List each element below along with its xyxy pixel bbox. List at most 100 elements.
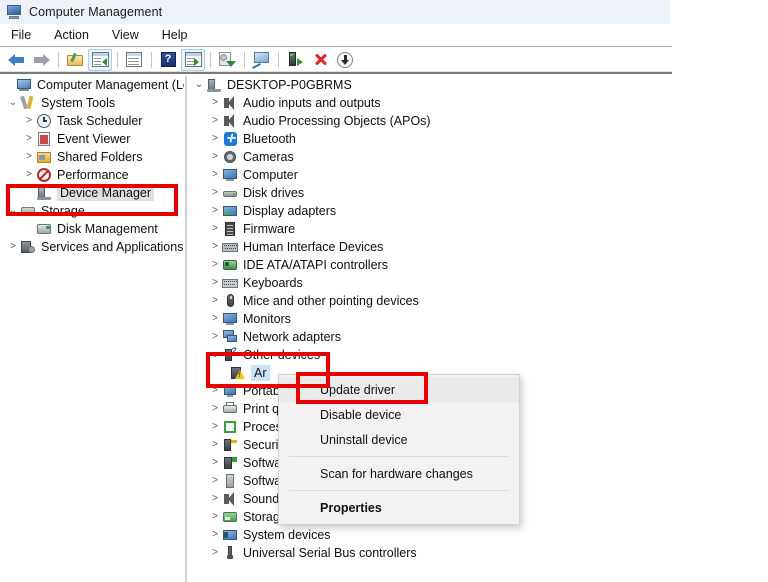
chevron-right-icon[interactable]: > (208, 188, 222, 198)
computer-management-icon (16, 77, 32, 93)
sidebar-item-computer-management[interactable]: > Computer Management (Local (0, 76, 184, 94)
tree-item-audio-inputs-outputs[interactable]: > Audio inputs and outputs (190, 94, 768, 112)
speaker-icon (222, 491, 238, 507)
sidebar-item-shared-folders[interactable]: > Shared Folders (0, 148, 184, 166)
sidebar-item-task-scheduler[interactable]: > Task Scheduler (0, 112, 184, 130)
chevron-right-icon[interactable]: > (208, 224, 222, 234)
chevron-right-icon[interactable]: > (208, 476, 222, 486)
chevron-right-icon[interactable]: > (208, 278, 222, 288)
chevron-right-icon[interactable]: > (6, 242, 20, 252)
chevron-right-icon[interactable]: > (208, 134, 222, 144)
chevron-right-icon[interactable]: > (208, 242, 222, 252)
context-menu-separator-2 (289, 490, 509, 491)
chevron-down-icon[interactable]: ⌄ (208, 350, 222, 360)
tree-item-network-adapters[interactable]: > Network adapters (190, 328, 768, 346)
chevron-right-icon[interactable]: > (22, 134, 36, 144)
toolbar: ? (0, 47, 672, 72)
tree-item-label: Audio inputs and outputs (243, 96, 381, 110)
show-hide-console-tree-icon[interactable] (88, 48, 112, 71)
help-icon[interactable]: ? (156, 49, 180, 71)
context-menu-scan-for-hardware-changes[interactable]: Scan for hardware changes (279, 461, 519, 486)
context-menu-disable-device[interactable]: Disable device (279, 402, 519, 427)
toolbar-separator (58, 51, 59, 68)
tree-item-label: Network adapters (243, 330, 341, 344)
context-menu-update-driver[interactable]: Update driver (279, 377, 519, 402)
tree-item-monitors[interactable]: > Monitors (190, 310, 768, 328)
tree-item-mice-and-pointing-devices[interactable]: > Mice and other pointing devices (190, 292, 768, 310)
chevron-right-icon[interactable]: > (208, 296, 222, 306)
other-devices-icon: ? (222, 347, 238, 363)
sidebar-item-system-tools[interactable]: ⌄ System Tools (0, 94, 184, 112)
storage-controller-icon (222, 509, 238, 525)
tree-item-computer[interactable]: > Computer (190, 166, 768, 184)
context-menu-uninstall-device[interactable]: Uninstall device (279, 427, 519, 452)
chevron-right-icon[interactable]: > (208, 206, 222, 216)
chevron-right-icon[interactable]: > (208, 458, 222, 468)
console-view-icon[interactable] (249, 49, 273, 71)
menu-help[interactable]: Help (159, 26, 198, 44)
sidebar-item-storage[interactable]: ⌄ Storage (0, 202, 184, 220)
chevron-right-icon[interactable]: > (22, 152, 36, 162)
chevron-right-icon[interactable]: > (208, 152, 222, 162)
chevron-icon: > (22, 224, 36, 234)
chevron-right-icon[interactable]: > (208, 386, 222, 396)
chevron-down-icon[interactable]: ⌄ (6, 98, 20, 108)
tree-item-desktop-root[interactable]: ⌄ DESKTOP-P0GBRMS (190, 76, 768, 94)
menu-file[interactable]: File (8, 26, 41, 44)
tree-item-ide-ata-atapi-controllers[interactable]: > IDE ATA/ATAPI controllers (190, 256, 768, 274)
tree-item-firmware[interactable]: > Firmware (190, 220, 768, 238)
sidebar-item-disk-management[interactable]: > Disk Management (0, 220, 184, 238)
tree-item-other-devices[interactable]: ⌄ ? Other devices (190, 346, 768, 364)
back-arrow-icon[interactable] (4, 49, 28, 71)
properties-window-icon[interactable] (122, 49, 146, 71)
tree-item-system-devices[interactable]: > System devices (190, 526, 768, 544)
chevron-right-icon[interactable]: > (208, 512, 222, 522)
toolbar-separator (244, 51, 245, 68)
up-folder-icon[interactable] (63, 49, 87, 71)
chevron-right-icon[interactable]: > (208, 332, 222, 342)
chevron-down-icon[interactable]: ⌄ (6, 206, 20, 216)
chevron-right-icon[interactable]: > (208, 98, 222, 108)
tree-item-disk-drives[interactable]: > Disk drives (190, 184, 768, 202)
chevron-right-icon[interactable]: > (208, 530, 222, 540)
tree-item-label: Disk drives (243, 186, 305, 200)
update-driver-icon[interactable] (333, 49, 357, 71)
tree-item-audio-processing-objects[interactable]: > Audio Processing Objects (APOs) (190, 112, 768, 130)
chevron-right-icon[interactable]: > (208, 314, 222, 324)
tree-item-keyboards[interactable]: > Keyboards (190, 274, 768, 292)
sidebar-item-performance[interactable]: > Performance (0, 166, 184, 184)
chevron-right-icon[interactable]: > (208, 548, 222, 558)
tree-item-human-interface-devices[interactable]: > Human Interface Devices (190, 238, 768, 256)
chevron-right-icon[interactable]: > (208, 494, 222, 504)
uninstall-device-icon[interactable] (308, 49, 332, 71)
chevron-right-icon[interactable]: > (208, 440, 222, 450)
chevron-down-icon[interactable]: ⌄ (192, 80, 206, 90)
sidebar-item-label: Computer Management (Local (37, 78, 184, 92)
chevron-right-icon[interactable]: > (208, 170, 222, 180)
panel-splitter[interactable] (185, 76, 187, 582)
chevron-right-icon[interactable]: > (208, 422, 222, 432)
chevron-right-icon[interactable]: > (208, 260, 222, 270)
chevron-right-icon[interactable]: > (208, 404, 222, 414)
menu-view[interactable]: View (109, 26, 149, 44)
sidebar-item-device-manager[interactable]: > Device Manager (0, 184, 184, 202)
tree-item-universal-serial-bus-controllers[interactable]: > Universal Serial Bus controllers (190, 544, 768, 562)
menu-action[interactable]: Action (51, 26, 99, 44)
sidebar-item-services-and-applications[interactable]: > Services and Applications (0, 238, 184, 256)
chevron-right-icon[interactable]: > (22, 170, 36, 180)
tree-item-display-adapters[interactable]: > Display adapters (190, 202, 768, 220)
connect-device-icon[interactable] (283, 49, 307, 71)
scan-hardware-changes-icon[interactable] (215, 49, 239, 71)
context-menu-separator-1 (289, 456, 509, 457)
show-action-pane-icon[interactable] (181, 48, 205, 71)
computer-management-window: Computer Management File Action View Hel… (0, 0, 768, 582)
network-adapter-icon (222, 329, 238, 345)
chevron-right-icon[interactable]: > (208, 116, 222, 126)
chevron-right-icon[interactable]: > (22, 116, 36, 126)
forward-arrow-icon[interactable] (29, 49, 53, 71)
event-viewer-icon (36, 131, 52, 147)
sidebar-item-event-viewer[interactable]: > Event Viewer (0, 130, 184, 148)
tree-item-cameras[interactable]: > Cameras (190, 148, 768, 166)
context-menu-properties[interactable]: Properties (279, 495, 519, 520)
tree-item-bluetooth[interactable]: > ✛ Bluetooth (190, 130, 768, 148)
